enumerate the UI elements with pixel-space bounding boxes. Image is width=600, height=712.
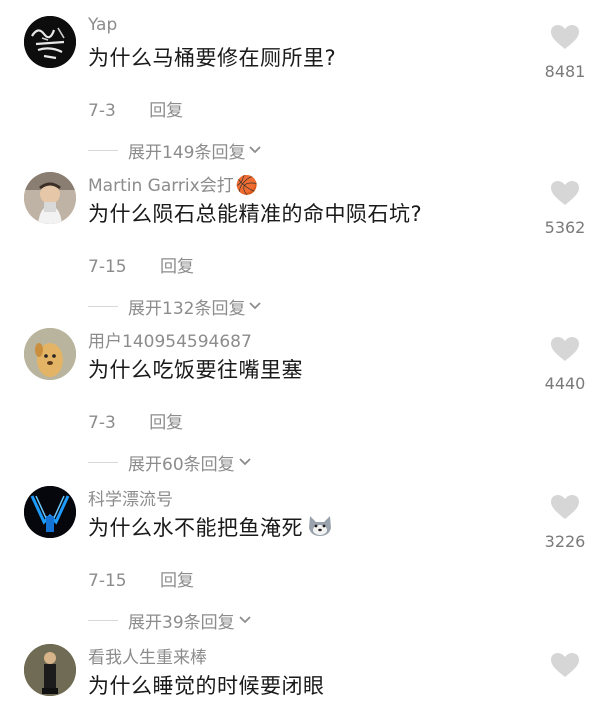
heart-icon bbox=[540, 24, 590, 54]
avatar[interactable] bbox=[24, 172, 76, 224]
comment-meta: 7-3 回复 bbox=[88, 96, 183, 121]
comment-text-label: 为什么水不能把鱼淹死 bbox=[88, 516, 303, 540]
like-count: 4440 bbox=[544, 374, 586, 393]
expand-replies-button[interactable]: 展开149条回复 bbox=[88, 138, 262, 163]
comment-text: 为什么吃饭要往嘴里塞 bbox=[88, 358, 303, 382]
comment-text: 为什么水不能把鱼淹死 bbox=[88, 512, 333, 543]
comment-text: 为什么睡觉的时候要闭眼 bbox=[88, 674, 325, 698]
heart-icon bbox=[540, 180, 590, 210]
username[interactable]: 用户140954594687 bbox=[88, 327, 252, 352]
like-button[interactable]: 4440 bbox=[540, 336, 590, 393]
comment-meta: 7-15 回复 bbox=[88, 252, 194, 277]
expand-replies-button[interactable]: 展开60条回复 bbox=[88, 450, 252, 475]
avatar[interactable] bbox=[24, 328, 76, 380]
avatar[interactable] bbox=[24, 644, 76, 696]
reply-button[interactable]: 回复 bbox=[160, 571, 194, 591]
heart-icon bbox=[540, 336, 590, 366]
reply-button[interactable]: 回复 bbox=[149, 101, 183, 121]
comment-text: 为什么马桶要修在厕所里? bbox=[88, 46, 337, 70]
like-button[interactable]: 5362 bbox=[540, 180, 590, 237]
chevron-down-icon bbox=[248, 143, 262, 159]
comment-date: 7-3 bbox=[88, 413, 116, 433]
comment-item: 用户140954594687 为什么吃饭要往嘴里塞 7-3 回复 展开60条回复… bbox=[0, 328, 600, 486]
expand-replies-label: 展开132条回复 bbox=[128, 299, 246, 319]
comment-item: 科学漂流号 为什么水不能把鱼淹死 7-15 回复 展开39条回复 3226 bbox=[0, 486, 600, 644]
expand-replies-label: 展开39条回复 bbox=[128, 613, 235, 633]
expand-replies-label: 展开60条回复 bbox=[128, 455, 235, 475]
comment-meta: 7-3 回复 bbox=[88, 408, 183, 433]
doge-emoji-icon bbox=[307, 514, 333, 543]
heart-icon bbox=[540, 494, 590, 524]
heart-icon bbox=[540, 652, 590, 682]
username-label: Martin Garrix会打 bbox=[88, 176, 234, 196]
chevron-down-icon bbox=[238, 613, 252, 629]
expand-replies-button[interactable]: 展开132条回复 bbox=[88, 294, 262, 319]
avatar[interactable] bbox=[24, 16, 76, 68]
divider-line bbox=[88, 150, 118, 151]
like-count: 3226 bbox=[544, 532, 586, 551]
like-count: 5362 bbox=[544, 218, 586, 237]
chevron-down-icon bbox=[248, 299, 262, 315]
like-button[interactable]: 8481 bbox=[540, 24, 590, 81]
comment-date: 7-15 bbox=[88, 257, 127, 277]
username[interactable]: Martin Garrix会打 🏀 bbox=[88, 171, 258, 196]
like-button[interactable] bbox=[540, 652, 590, 682]
comment-item: Martin Garrix会打 🏀 为什么陨石总能精准的命中陨石坑? 7-15 回… bbox=[0, 172, 600, 330]
divider-line bbox=[88, 620, 118, 621]
comment-date: 7-15 bbox=[88, 571, 127, 591]
expand-replies-button[interactable]: 展开39条回复 bbox=[88, 608, 252, 633]
divider-line bbox=[88, 462, 118, 463]
like-button[interactable]: 3226 bbox=[540, 494, 590, 551]
expand-replies-label: 展开149条回复 bbox=[128, 143, 246, 163]
username[interactable]: Yap bbox=[88, 15, 117, 35]
chevron-down-icon bbox=[238, 455, 252, 471]
comment-date: 7-3 bbox=[88, 101, 116, 121]
comment-text: 为什么陨石总能精准的命中陨石坑? bbox=[88, 202, 423, 226]
username[interactable]: 看我人生重来棒 bbox=[88, 643, 207, 668]
comment-item: Yap 为什么马桶要修在厕所里? 7-3 回复 展开149条回复 8481 bbox=[0, 15, 600, 174]
comment-meta: 7-15 回复 bbox=[88, 566, 194, 591]
reply-button[interactable]: 回复 bbox=[160, 257, 194, 277]
divider-line bbox=[88, 306, 118, 307]
basketball-icon: 🏀 bbox=[235, 175, 259, 196]
like-count: 8481 bbox=[544, 62, 586, 81]
avatar[interactable] bbox=[24, 486, 76, 538]
username[interactable]: 科学漂流号 bbox=[88, 485, 173, 510]
comment-item: 看我人生重来棒 为什么睡觉的时候要闭眼 bbox=[0, 644, 600, 712]
reply-button[interactable]: 回复 bbox=[149, 413, 183, 433]
